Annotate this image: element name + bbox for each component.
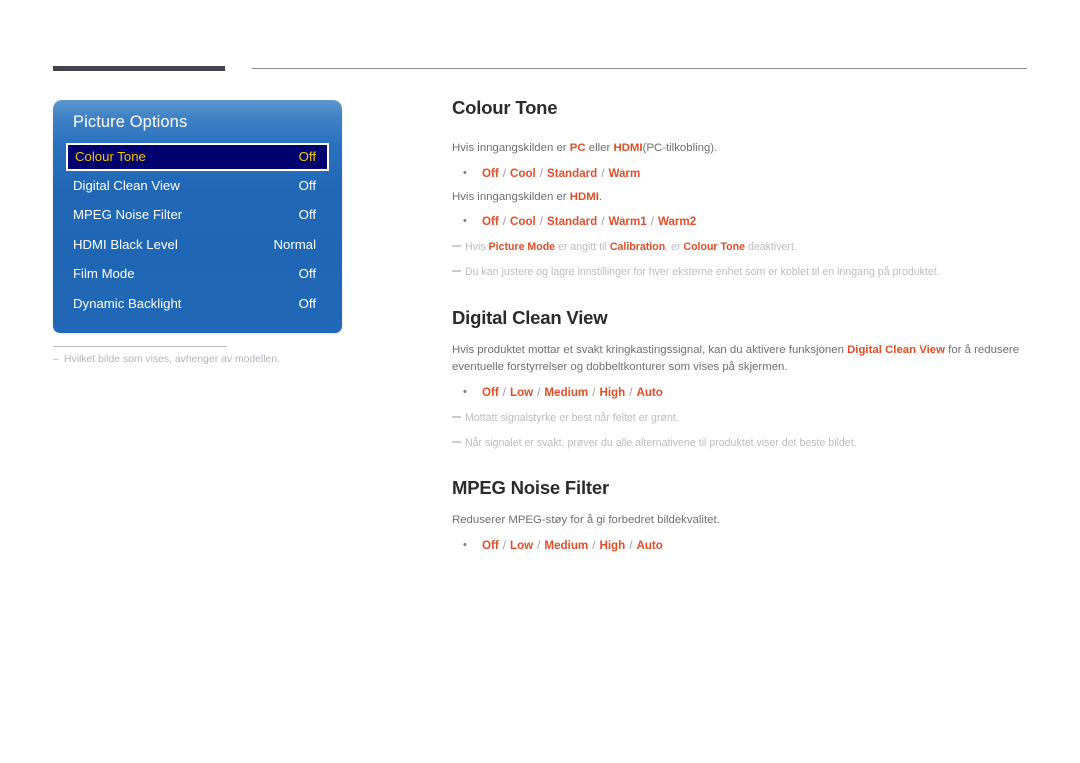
- footnote-dash: –: [53, 354, 59, 365]
- digital-clean-view-intro: Hvis produktet mottar et svakt kringkast…: [452, 342, 1032, 377]
- highlight-hdmi: HDMI: [569, 190, 599, 203]
- option-warm: Warm: [608, 166, 641, 180]
- text-run: .: [598, 190, 603, 203]
- highlight-calibration: Calibration: [609, 241, 666, 254]
- separator: /: [502, 385, 506, 399]
- option-high: High: [599, 538, 626, 552]
- list-item: Off/Low/Medium/High/Auto: [452, 536, 1032, 555]
- menu-row-colour-tone[interactable]: Colour Tone Off: [66, 143, 329, 171]
- text-run: Hvis inngangskilden er: [452, 190, 570, 203]
- mpeg-noise-filter-intro: Reduserer MPEG-støy for å gi forbedret b…: [452, 514, 720, 527]
- menu-row-digital-clean-view[interactable]: Digital Clean View Off: [53, 171, 342, 200]
- menu-row-label: MPEG Noise Filter: [73, 207, 183, 223]
- option-cool: Cool: [509, 166, 536, 180]
- highlight-pc: PC: [569, 142, 586, 155]
- menu-row-value: Off: [298, 295, 316, 311]
- colour-tone-note-2: Du kan justere og lagre innstillinger fo…: [452, 264, 1032, 281]
- separator: /: [601, 166, 605, 180]
- option-warm1: Warm1: [608, 215, 647, 229]
- option-medium: Medium: [544, 385, 589, 399]
- menu-row-value: Off: [298, 266, 316, 282]
- option-auto: Auto: [636, 385, 663, 399]
- documentation-column: Colour Tone Hvis inngangskilden er PC el…: [452, 0, 1032, 555]
- menu-row-hdmi-black-level[interactable]: HDMI Black Level Normal: [53, 230, 342, 259]
- mpeg-noise-filter-options: Off/Low/Medium/High/Auto: [452, 536, 1032, 555]
- option-auto: Auto: [636, 538, 663, 552]
- text-run: deaktivert.: [745, 241, 797, 254]
- option-off: Off: [482, 166, 499, 180]
- footnote-divider: [53, 346, 227, 347]
- menu-row-list: Colour Tone Off Digital Clean View Off M…: [53, 143, 342, 318]
- text-run: eller: [585, 142, 614, 155]
- separator: /: [601, 215, 605, 229]
- separator: /: [650, 215, 654, 229]
- separator: /: [592, 385, 596, 399]
- separator: /: [502, 166, 506, 180]
- section-title-digital-clean-view: Digital Clean View: [452, 306, 608, 328]
- menu-row-label: Dynamic Backlight: [73, 295, 182, 311]
- text-run: Hvis inngangskilden er: [452, 142, 570, 155]
- digital-clean-view-note-1: Mottatt signalstyrke er best når feltet …: [452, 410, 1032, 427]
- osd-illustration-column: Picture Options Colour Tone Off Digital …: [0, 0, 430, 763]
- colour-tone-intro-1: Hvis inngangskilden er PC eller HDMI(PC-…: [452, 140, 1032, 157]
- colour-tone-options-pc: Off/Cool/Standard/Warm: [452, 164, 1032, 183]
- osd-footnote: – Hvilket bilde som vises, avhenger av mo…: [53, 354, 383, 365]
- text-run: Hvis produktet mottar et svakt kringkast…: [452, 343, 848, 356]
- menu-title: Picture Options: [73, 113, 188, 131]
- separator: /: [502, 215, 506, 229]
- option-warm2: Warm2: [657, 215, 697, 229]
- separator: /: [629, 385, 633, 399]
- option-high: High: [599, 385, 626, 399]
- picture-options-menu-panel: Picture Options Colour Tone Off Digital …: [53, 100, 342, 333]
- text-run: , er: [665, 241, 684, 254]
- menu-row-value: Off: [298, 207, 316, 223]
- option-medium: Medium: [544, 538, 589, 552]
- section-title-mpeg-noise-filter: MPEG Noise Filter: [452, 477, 609, 498]
- separator: /: [539, 166, 543, 180]
- colour-tone-note-1: Hvis Picture Mode er angitt til Calibrat…: [452, 239, 1032, 256]
- separator: /: [592, 538, 596, 552]
- separator: /: [629, 538, 633, 552]
- digital-clean-view-note-2: Når signalet er svakt, prøver du alle al…: [452, 435, 1032, 452]
- highlight-picture-mode: Picture Mode: [488, 241, 556, 254]
- option-off: Off: [482, 215, 499, 229]
- separator: /: [537, 538, 541, 552]
- menu-row-label: Colour Tone: [75, 149, 146, 164]
- list-item: Off/Low/Medium/High/Auto: [452, 383, 1032, 402]
- menu-row-value: Off: [298, 178, 316, 193]
- menu-row-value: Off: [298, 149, 316, 164]
- option-off: Off: [482, 385, 499, 399]
- colour-tone-intro-2: Hvis inngangskilden er HDMI.: [452, 189, 1032, 206]
- separator: /: [537, 385, 541, 399]
- section-title-colour-tone: Colour Tone: [452, 97, 558, 118]
- colour-tone-options-hdmi: Off/Cool/Standard/Warm1/Warm2: [452, 212, 1032, 231]
- footnote-text: Hvilket bilde som vises, avhenger av mod…: [64, 354, 280, 365]
- highlight-digital-clean-view: Digital Clean View: [847, 343, 945, 356]
- digital-clean-view-options: Off/Low/Medium/High/Auto: [452, 383, 1032, 402]
- list-item: Off/Cool/Standard/Warm: [452, 164, 1032, 183]
- list-item: Off/Cool/Standard/Warm1/Warm2: [452, 212, 1032, 231]
- menu-row-label: Digital Clean View: [73, 178, 180, 193]
- menu-row-label: HDMI Black Level: [73, 236, 178, 252]
- highlight-hdmi: HDMI: [613, 142, 643, 155]
- text-run: er angitt til: [555, 241, 610, 254]
- menu-row-film-mode[interactable]: Film Mode Off: [53, 259, 342, 288]
- menu-row-dynamic-backlight[interactable]: Dynamic Backlight Off: [53, 289, 342, 318]
- menu-row-mpeg-noise-filter[interactable]: MPEG Noise Filter Off: [53, 200, 342, 229]
- option-standard: Standard: [546, 166, 598, 180]
- text-run: (PC-tilkobling).: [642, 142, 718, 155]
- option-low: Low: [509, 538, 534, 552]
- menu-row-value: Normal: [273, 236, 317, 252]
- option-standard: Standard: [546, 215, 598, 229]
- menu-row-label: Film Mode: [73, 266, 135, 282]
- option-low: Low: [509, 385, 534, 399]
- separator: /: [502, 538, 506, 552]
- option-off: Off: [482, 538, 499, 552]
- option-cool: Cool: [509, 215, 536, 229]
- separator: /: [539, 215, 543, 229]
- highlight-colour-tone: Colour Tone: [683, 241, 746, 254]
- text-run: Hvis: [465, 241, 489, 254]
